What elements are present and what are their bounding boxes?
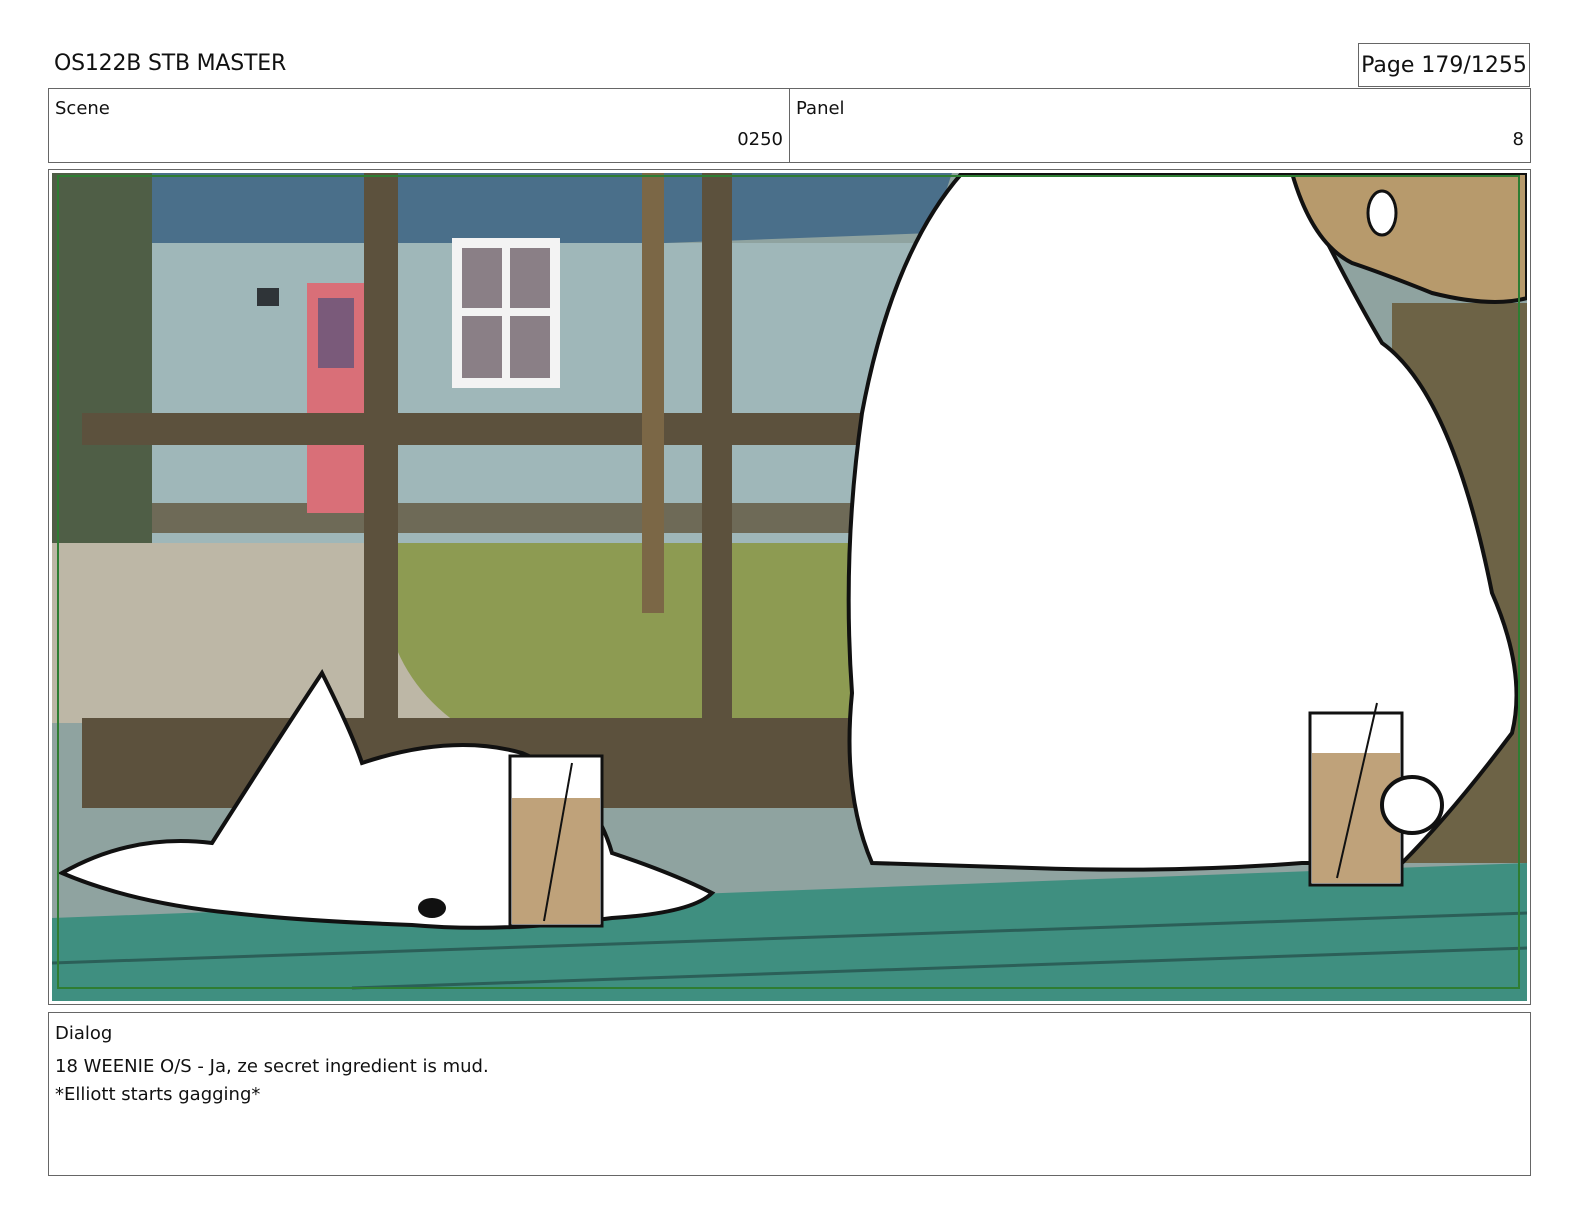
window-frame-post-1 — [364, 173, 398, 733]
panel-number: 8 — [1512, 129, 1524, 150]
window-frame-top — [82, 413, 902, 445]
window-frame-post-2 — [702, 173, 732, 733]
dialog-box: Dialog 18 WEENIE O/S - Ja, ze secret ing… — [48, 1012, 1531, 1176]
dog-nose — [418, 898, 446, 918]
panel-label: Panel — [796, 98, 845, 119]
character-paw — [1380, 775, 1444, 835]
dialog-line: *Elliott starts gagging* — [55, 1084, 261, 1105]
scene-panel-row: Scene 0250 Panel 8 — [48, 88, 1531, 163]
dialog-line: 18 WEENIE O/S - Ja, ze secret ingredient… — [55, 1056, 489, 1077]
document-title: OS122B STB MASTER — [54, 51, 287, 76]
page-indicator: Page 179/1255 — [1358, 43, 1530, 87]
scene-label: Scene — [55, 98, 110, 119]
page-label: Page — [1361, 52, 1415, 78]
scene-number: 0250 — [737, 129, 783, 150]
porch-pole — [642, 173, 664, 613]
storyboard-artwork — [52, 173, 1527, 1001]
cabin-lattice — [152, 503, 932, 533]
panel-cell: Panel 8 — [789, 89, 1530, 162]
scene-cell: Scene 0250 — [49, 89, 789, 162]
dialog-label: Dialog — [55, 1023, 113, 1044]
wall-lamp — [257, 288, 279, 306]
page-number: 179/1255 — [1421, 52, 1527, 78]
dialog-text: 18 WEENIE O/S - Ja, ze secret ingredient… — [55, 1053, 489, 1109]
character-eye — [1366, 189, 1398, 237]
